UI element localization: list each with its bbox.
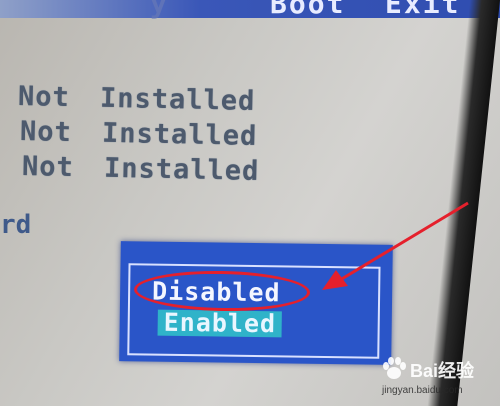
bios-menu-bar: y Boot Exit [0,0,500,18]
watermark-url: jingyan.baidu.com [382,385,463,396]
watermark: Bai经验 jingyan.baidu.com [380,355,490,399]
paw-logo-icon [383,357,406,379]
option-enabled[interactable]: Enabled [157,308,283,338]
setting-value: Installed [101,117,258,152]
menu-item-exit[interactable]: Exit [385,0,460,18]
setting-row[interactable]: Not Installed [20,115,258,152]
truncated-setting-label: rd [0,210,32,240]
setting-row[interactable]: Not Installed [22,150,260,187]
watermark-brand: Bai经验 [410,361,475,381]
menu-fragment [0,0,40,18]
setting-value: Installed [103,152,260,187]
setting-label: Not [19,116,73,149]
setting-value: Installed [99,82,256,117]
menu-item-boot[interactable]: Boot [270,0,345,18]
setting-row[interactable]: Not Installed [18,80,256,117]
menu-item-partial[interactable]: y [150,0,169,18]
monitor-bezel [427,0,500,406]
setting-label: Not [21,151,75,184]
setting-label: Not [17,81,71,114]
